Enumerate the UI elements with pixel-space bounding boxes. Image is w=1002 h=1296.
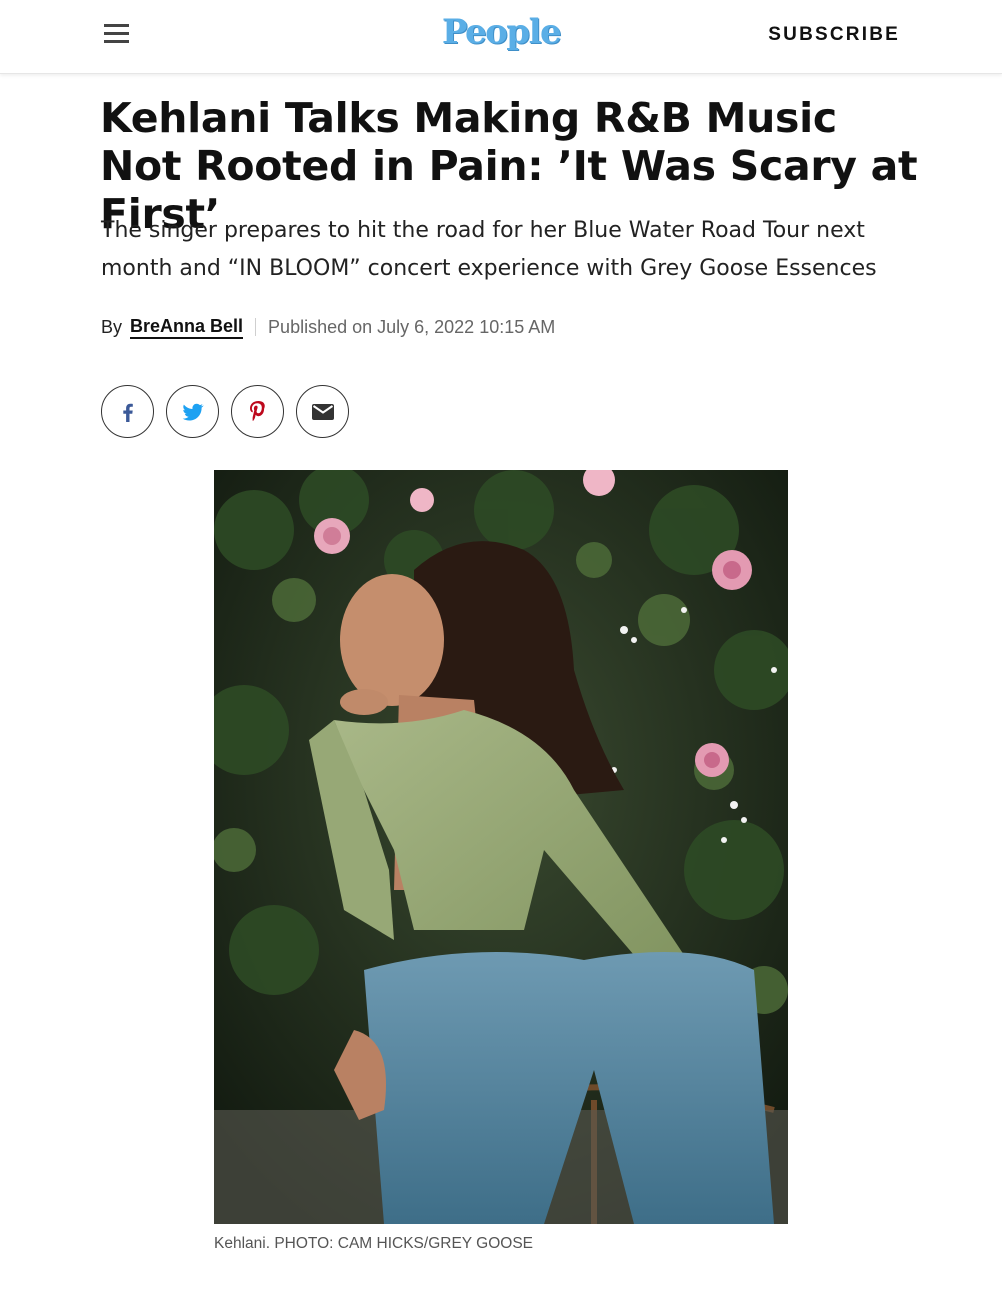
facebook-icon — [122, 403, 133, 422]
share-facebook-button[interactable] — [101, 385, 154, 438]
share-email-button[interactable] — [296, 385, 349, 438]
email-icon — [311, 403, 334, 420]
byline-divider — [255, 318, 257, 336]
article-subheadline: The singer prepares to hit the road for … — [101, 218, 877, 281]
image-caption: Kehlani. PHOTO: CAM HICKS/GREY GOOSE — [214, 1235, 533, 1252]
share-pinterest-button[interactable] — [231, 385, 284, 438]
share-bar — [101, 385, 349, 438]
twitter-icon — [182, 403, 204, 420]
article-hero-image — [214, 470, 788, 1224]
publish-date: Published on July 6, 2022 10:15 AM — [268, 317, 556, 337]
share-twitter-button[interactable] — [166, 385, 219, 438]
site-header: People SUBSCRIBE — [0, 0, 1002, 74]
hero-photo-illustration — [214, 470, 788, 1224]
byline-prefix: By — [101, 317, 123, 337]
author-link[interactable]: BreAnna Bell — [130, 315, 244, 339]
byline: By BreAnna Bell Published on July 6, 202… — [101, 314, 555, 340]
subscribe-button[interactable]: SUBSCRIBE — [768, 24, 900, 46]
pinterest-icon — [249, 400, 265, 421]
